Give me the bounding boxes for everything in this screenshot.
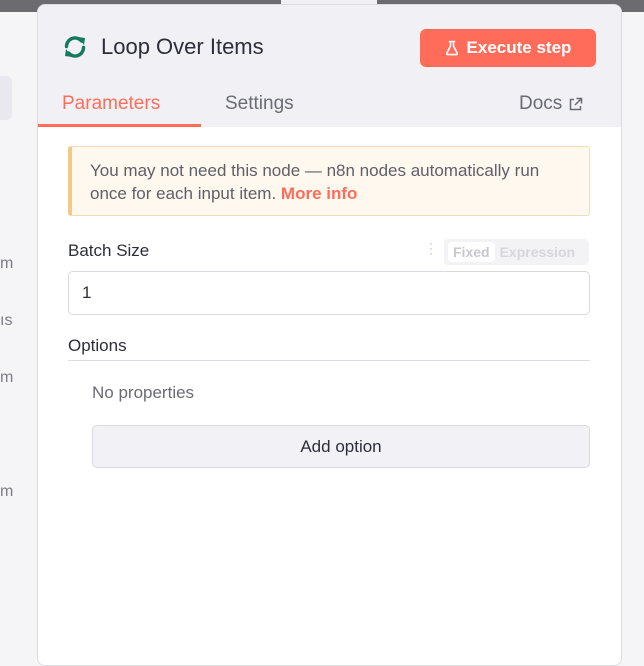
tab-parameters[interactable]: Parameters [62, 93, 160, 115]
sync-icon [64, 36, 86, 58]
canvas-background-right [620, 12, 644, 645]
canvas-text-fragment: m [0, 369, 14, 386]
batch-size-label: Batch Size [68, 241, 150, 260]
batch-size-value: 1 [82, 283, 92, 302]
canvas-node-fragment [0, 76, 12, 120]
flask-icon [445, 40, 458, 56]
node-title: Loop Over Items [101, 34, 264, 59]
docs-label: Docs [519, 93, 563, 114]
execute-step-button[interactable]: Execute step [420, 29, 596, 67]
canvas-text-fragment: m [0, 483, 14, 500]
panel-header: Loop Over Items Execute step Parameters … [38, 5, 621, 127]
parameters-body: You may not need this node — n8n nodes a… [38, 127, 621, 665]
expression-mode-option[interactable]: Expression [495, 242, 580, 262]
more-vertical-icon[interactable]: ⋮ [424, 241, 438, 255]
no-properties-text: No properties [92, 383, 195, 402]
execute-step-label: Execute step [466, 38, 572, 57]
tab-settings[interactable]: Settings [225, 93, 294, 115]
more-info-link[interactable]: More info [281, 184, 358, 203]
canvas-text-fragment: m [0, 255, 14, 272]
add-option-button[interactable]: Add option [92, 425, 590, 468]
canvas-background-left: m ıs m m [0, 12, 37, 645]
fixed-expression-toggle[interactable]: Fixed Expression [444, 239, 589, 265]
options-label: Options [68, 336, 127, 355]
canvas-text-fragment: ıs [0, 312, 13, 329]
node-settings-panel: Loop Over Items Execute step Parameters … [37, 4, 622, 666]
options-divider [68, 360, 590, 361]
batch-size-input[interactable]: 1 [68, 271, 590, 315]
fixed-mode-option[interactable]: Fixed [448, 242, 495, 262]
info-notice: You may not need this node — n8n nodes a… [68, 146, 590, 216]
docs-link[interactable]: Docs [519, 93, 583, 115]
external-link-icon [570, 97, 583, 110]
